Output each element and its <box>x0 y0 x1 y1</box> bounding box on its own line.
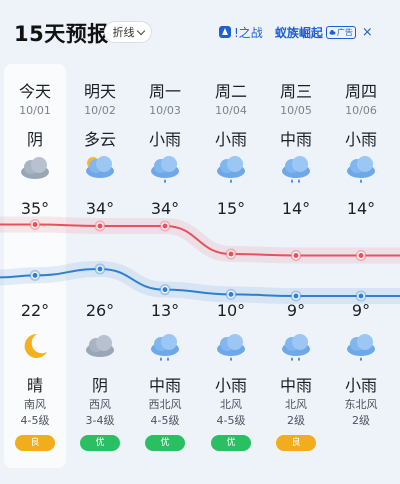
wind-direction-label: 东北风 <box>344 398 378 411</box>
low-temp-label: 26° <box>85 301 115 320</box>
date-label: 10/04 <box>215 104 247 117</box>
ad-banner[interactable]: !之战 蚁族崛起 广告 × <box>218 21 388 43</box>
wind-level-label: 4-5级 <box>20 414 50 427</box>
weather-night-label: 中雨 <box>148 376 181 395</box>
wind-direction-label: 北风 <box>220 398 242 411</box>
low-temp-point-core <box>228 291 234 297</box>
day-label: 明天 <box>83 82 116 101</box>
low-temp-label: 13° <box>150 301 180 320</box>
high-temp-label: 14° <box>346 199 376 218</box>
day-label: 周四 <box>344 82 377 101</box>
weather-day-label: 小雨 <box>148 130 181 149</box>
date-label: 10/01 <box>19 104 51 117</box>
aqi-badge: 良 <box>15 435 55 451</box>
page-title: 15天预报 <box>14 22 109 46</box>
low-temp-point <box>94 263 106 275</box>
high-temp-point <box>355 249 367 261</box>
low-temp-label: 10° <box>216 301 246 320</box>
high-temp-point <box>290 249 302 261</box>
weather-night-label: 中雨 <box>279 376 312 395</box>
weather-day-label: 多云 <box>83 130 116 149</box>
low-temp-point-core <box>97 266 103 272</box>
cloudy-icon <box>86 335 114 357</box>
low-temp-point <box>290 290 302 302</box>
high-temp-point <box>94 220 106 232</box>
day-label: 周二 <box>214 82 247 101</box>
low-temp-point-core <box>293 293 299 299</box>
day-label: 今天 <box>18 82 51 101</box>
cloud-small-icon <box>329 30 336 35</box>
header-bar: 15天预报 折线 !之战 蚁族崛起 广告 × <box>0 0 400 62</box>
low-temp-point-core <box>162 287 168 293</box>
wind-level-label: 4-5级 <box>216 414 246 427</box>
high-temp-label: 34° <box>150 199 180 218</box>
day-label: 周三 <box>279 82 312 101</box>
wind-direction-label: 西风 <box>89 398 111 411</box>
aqi-badge: 优 <box>80 435 120 451</box>
date-label: 10/02 <box>84 104 116 117</box>
light-rain-icon <box>347 334 375 361</box>
light-rain-icon <box>151 156 179 183</box>
high-temp-label: 35° <box>20 199 50 218</box>
chart-mode-toggle[interactable]: 折线 <box>104 21 152 43</box>
light-rain-icon <box>347 156 375 183</box>
ad-badge-label: 广告 <box>336 27 353 37</box>
aqi-badge: 优 <box>211 435 251 451</box>
low-temp-point-core <box>358 293 364 299</box>
weather-night-label: 小雨 <box>214 376 247 395</box>
wind-direction-label: 西北风 <box>148 398 182 411</box>
ad-badge: 广告 <box>325 25 356 39</box>
wind-level-label: 4-5级 <box>150 414 180 427</box>
high-temp-point <box>225 248 237 260</box>
low-temp-point <box>225 288 237 300</box>
weather-day-label: 阴 <box>26 130 43 149</box>
ad-text-1: !之战 <box>234 25 263 40</box>
wind-level-label: 3-4级 <box>85 414 115 427</box>
aqi-badge: 良 <box>276 435 316 451</box>
cloudy-icon <box>21 157 49 179</box>
aqi-badge: 优 <box>145 435 185 451</box>
moderate-rain-icon <box>151 334 179 361</box>
wind-level-label: 2级 <box>287 414 305 427</box>
weather-night-label: 小雨 <box>344 376 377 395</box>
game-logo-icon <box>219 26 231 38</box>
low-temp-label: 9° <box>286 301 306 320</box>
ad-text-2: 蚁族崛起 <box>274 25 323 40</box>
wind-level-label: 2级 <box>352 414 370 427</box>
low-temp-point <box>159 284 171 296</box>
moderate-rain-icon <box>282 334 310 361</box>
date-label: 10/06 <box>345 104 377 117</box>
high-temp-point-core <box>358 252 364 258</box>
moon-icon <box>24 333 47 358</box>
high-temp-label: 34° <box>85 199 115 218</box>
light-rain-icon <box>217 334 245 361</box>
low-temp-label: 9° <box>351 301 371 320</box>
day-label: 周一 <box>148 82 181 101</box>
weather-night-label: 阴 <box>91 376 108 395</box>
high-temp-point-core <box>162 223 168 229</box>
high-temp-label: 15° <box>216 199 246 218</box>
weather-day-label: 小雨 <box>344 130 377 149</box>
weather-day-label: 中雨 <box>279 130 312 149</box>
chevron-down-icon <box>136 26 145 35</box>
chart-mode-label: 折线 <box>112 26 135 39</box>
partly-cloudy-icon <box>86 156 114 178</box>
high-temp-point-core <box>293 252 299 258</box>
light-rain-icon <box>217 156 245 183</box>
date-label: 10/03 <box>149 104 181 117</box>
wind-direction-label: 南风 <box>24 398 46 411</box>
high-temp-point-core <box>97 223 103 229</box>
moderate-rain-icon <box>282 156 310 183</box>
date-label: 10/05 <box>280 104 312 117</box>
close-icon[interactable]: × <box>362 25 373 40</box>
weather-day-label: 小雨 <box>214 130 247 149</box>
high-temp-point <box>159 220 171 232</box>
high-temp-point-core <box>228 251 234 257</box>
low-temp-label: 22° <box>20 301 50 320</box>
high-temp-label: 14° <box>281 199 311 218</box>
weather-night-label: 晴 <box>26 376 43 395</box>
low-temp-point <box>355 290 367 302</box>
wind-direction-label: 北风 <box>285 398 307 411</box>
